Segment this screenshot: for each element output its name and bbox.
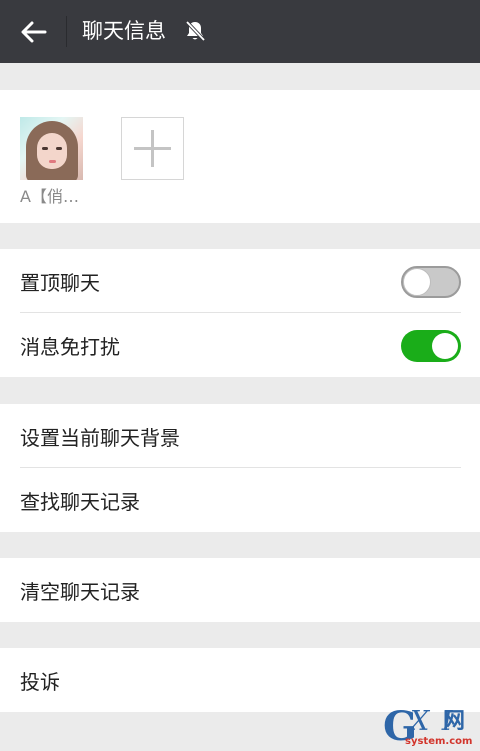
pin-chat-label: 置顶聊天	[20, 270, 100, 295]
set-background-row[interactable]: 设置当前聊天背景	[0, 404, 480, 468]
do-not-disturb-label: 消息免打扰	[20, 334, 120, 359]
do-not-disturb-toggle[interactable]	[401, 330, 461, 362]
arrow-left-icon	[21, 21, 47, 43]
toggle-section: 置顶聊天 消息免打扰	[0, 249, 480, 377]
clear-history-row[interactable]: 清空聊天记录	[0, 558, 480, 622]
back-button[interactable]	[14, 12, 54, 52]
pin-chat-row[interactable]: 置顶聊天	[0, 249, 480, 313]
search-history-label: 查找聊天记录	[20, 489, 140, 514]
watermark-logo: G X I 网 system.com	[383, 703, 473, 750]
member-name: A【俏…	[20, 187, 79, 206]
clear-history-label: 清空聊天记录	[20, 579, 140, 604]
pin-chat-toggle[interactable]	[401, 266, 461, 298]
watermark-site: system.com	[405, 736, 473, 747]
avatar[interactable]	[20, 117, 83, 180]
clear-history-section: 清空聊天记录	[0, 558, 480, 622]
search-history-row[interactable]: 查找聊天记录	[0, 468, 480, 532]
bell-muted-icon	[185, 20, 206, 42]
title-bar: 聊天信息	[0, 0, 480, 63]
set-background-label: 设置当前聊天背景	[20, 425, 180, 450]
report-label: 投诉	[20, 669, 60, 694]
page-title: 聊天信息	[82, 19, 166, 43]
add-member-button[interactable]	[121, 117, 184, 180]
member-item[interactable]: A【俏…	[20, 117, 84, 208]
chat-options-section: 设置当前聊天背景 查找聊天记录	[0, 404, 480, 532]
member-section: A【俏…	[0, 90, 480, 223]
do-not-disturb-row[interactable]: 消息免打扰	[0, 313, 480, 377]
plus-icon	[134, 130, 171, 167]
header-divider	[66, 16, 67, 47]
